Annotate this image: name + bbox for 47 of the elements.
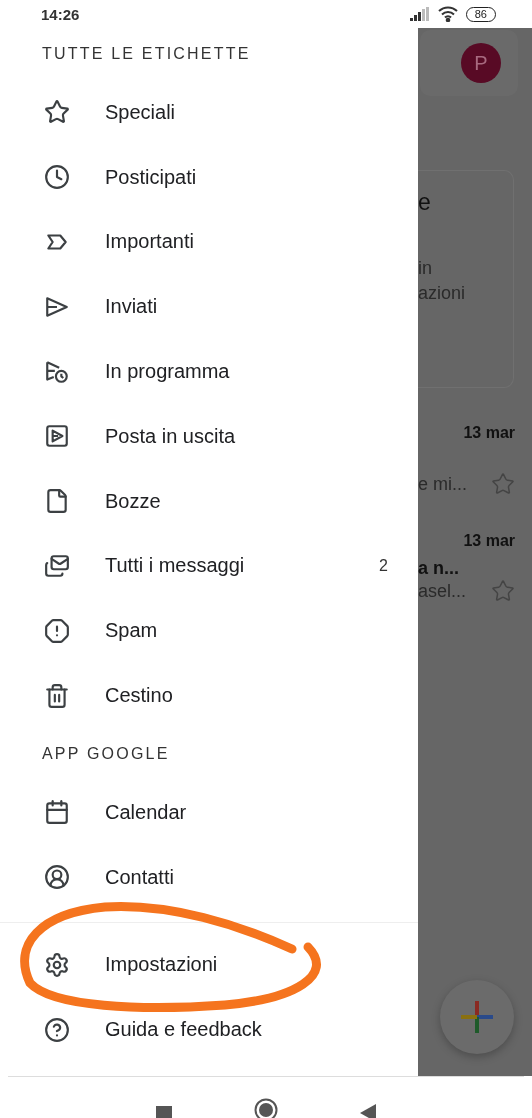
file-icon — [44, 488, 70, 515]
drawer-item[interactable]: Bozze — [105, 489, 388, 513]
star-icon[interactable] — [491, 579, 515, 603]
email-snippet: asel... — [418, 580, 467, 602]
message-count: 2 — [379, 556, 388, 575]
email-date: 13 mar — [463, 424, 515, 442]
drawer-item[interactable]: Tutti i messaggi — [105, 554, 380, 578]
drawer-item[interactable]: Guida e feedback — [105, 1018, 388, 1042]
drawer-item[interactable]: Spam — [105, 619, 388, 643]
drawer-item[interactable]: In programma — [105, 360, 388, 384]
drawer-item[interactable]: Contatti — [105, 865, 388, 889]
drawer-item[interactable]: Speciali — [105, 100, 388, 124]
mails-icon — [44, 552, 70, 579]
wifi-icon — [437, 6, 458, 22]
email-snippet: e mi... — [418, 473, 467, 495]
promo-text: in — [418, 257, 433, 280]
drawer-item[interactable]: Posta in uscita — [105, 424, 388, 448]
section-header: APP GOOGLE — [41, 743, 171, 764]
home-button[interactable] — [254, 1098, 278, 1118]
star-icon[interactable] — [491, 472, 515, 496]
drawer-item[interactable]: Calendar — [105, 800, 388, 824]
recents-button[interactable] — [156, 1106, 172, 1118]
contact-icon — [44, 864, 70, 891]
email-date: 13 mar — [463, 532, 515, 550]
drawer-item[interactable]: Posticipati — [105, 165, 388, 189]
compose-button[interactable] — [440, 980, 514, 1054]
clock-icon — [44, 164, 70, 191]
promo-text: azioni — [418, 282, 467, 305]
back-button[interactable] — [360, 1104, 376, 1118]
email-snippet: a n... — [418, 558, 459, 579]
status-time: 14:26 — [41, 5, 80, 23]
star-icon — [44, 99, 70, 126]
triangle-icon — [360, 1104, 376, 1118]
signal-icon — [409, 7, 430, 21]
drawer-item[interactable]: Impostazioni — [105, 953, 388, 977]
alert-icon — [44, 617, 70, 644]
settings-icon — [44, 951, 70, 978]
section-header: TUTTE LE ETICHETTE — [41, 44, 252, 64]
drawer-item[interactable]: Cestino — [105, 684, 388, 708]
plus-icon — [459, 999, 495, 1035]
drawer-item[interactable]: Importanti — [105, 230, 388, 254]
help-icon — [44, 1016, 70, 1043]
promo-title: e — [418, 189, 432, 216]
drawer-item[interactable]: Inviati — [105, 295, 388, 319]
outbox-icon — [44, 423, 70, 450]
trash-icon — [44, 682, 70, 709]
calendar-icon — [44, 799, 70, 826]
